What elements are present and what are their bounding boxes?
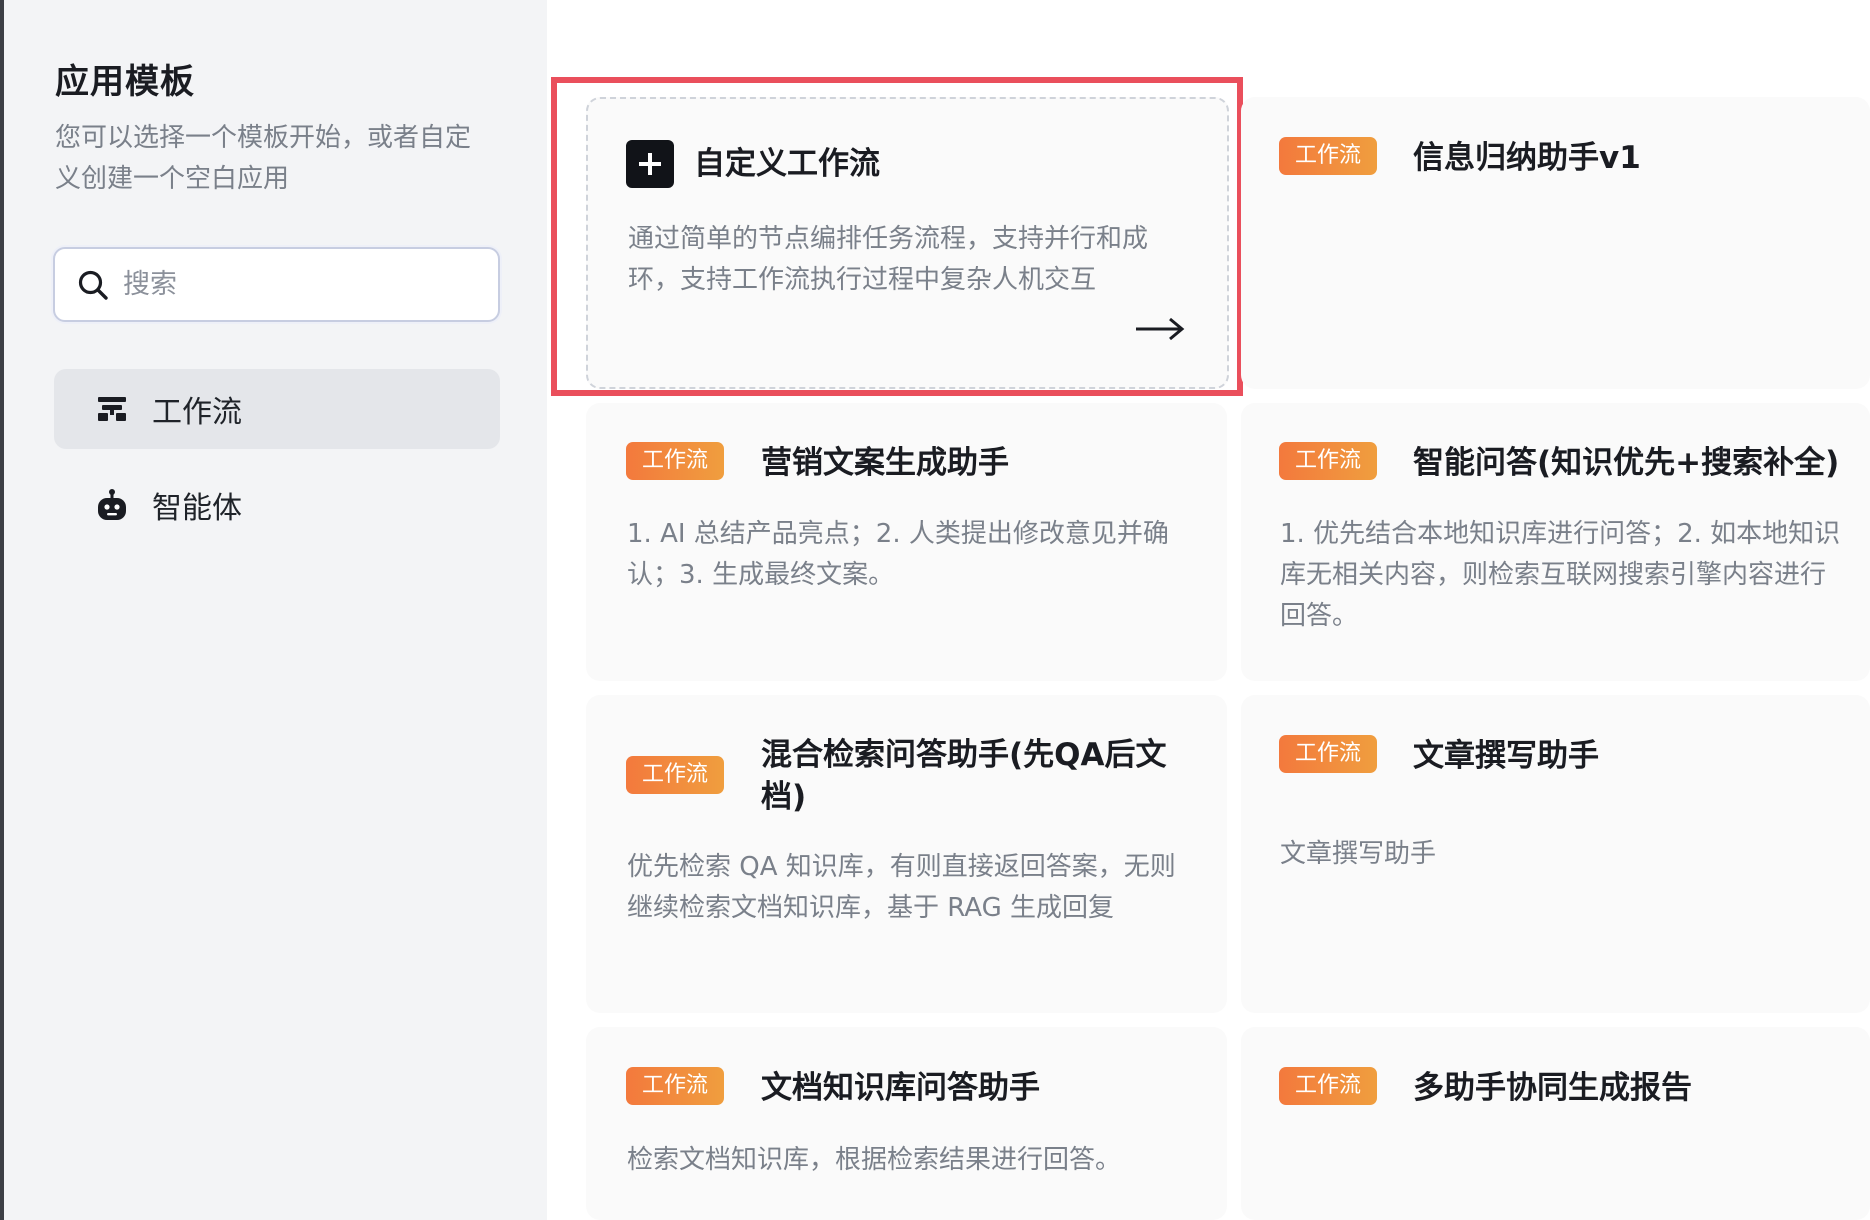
- template-card[interactable]: [586, 1027, 1227, 1220]
- template-title: 多助手协同生成报告: [1413, 1070, 1692, 1106]
- template-description: 检索文档知识库，根据检索结果进行回答。: [627, 1145, 1122, 1175]
- custom-card-title: 自定义工作流: [694, 146, 880, 182]
- template-title: 营销文案生成助手: [761, 445, 1009, 481]
- search-box[interactable]: [53, 247, 500, 322]
- sidebar-item-label: 工作流: [152, 395, 242, 430]
- template-title: 文章撰写助手: [1413, 738, 1599, 774]
- template-card[interactable]: [1241, 1027, 1870, 1220]
- template-description: 1. AI 总结产品亮点；2. 人类提出修改意见并确认；3. 生成最终文案。: [627, 519, 1169, 590]
- sidebar-item-label: 智能体: [152, 491, 242, 526]
- plus-icon: [626, 140, 674, 188]
- sidebar-item-workflow[interactable]: 工作流: [54, 369, 500, 449]
- sidebar-item-agent[interactable]: 智能体: [54, 465, 500, 545]
- workflow-tag: 工作流: [1279, 735, 1378, 773]
- search-icon: [75, 267, 111, 303]
- robot-icon: [94, 487, 130, 523]
- template-description: 1. 优先结合本地知识库进行问答；2. 如本地知识库无相关内容，则检索互联网搜索…: [1280, 519, 1841, 631]
- template-title: 混合检索问答助手(先QA后文档): [761, 737, 1167, 815]
- workflow-icon: [94, 391, 130, 427]
- workflow-tag: 工作流: [626, 756, 725, 794]
- workflow-tag: 工作流: [626, 1067, 725, 1105]
- template-title: 信息归纳助手v1: [1413, 140, 1641, 176]
- sidebar-description: 您可以选择一个模板开始，或者自定义创建一个空白应用: [55, 123, 472, 194]
- template-title: 智能问答(知识优先+搜索补全): [1413, 445, 1840, 481]
- arrow-right-icon[interactable]: [1134, 314, 1186, 344]
- template-title: 文档知识库问答助手: [761, 1070, 1040, 1106]
- search-input[interactable]: [123, 269, 483, 300]
- sidebar-title: 应用模板: [55, 62, 195, 102]
- custom-card-description: 通过简单的节点编排任务流程，支持并行和成环，支持工作流执行过程中复杂人机交互: [628, 224, 1149, 295]
- workflow-tag: 工作流: [1279, 442, 1378, 480]
- template-description: 优先检索 QA 知识库，有则直接返回答案，无则继续检索文档知识库，基于 RAG …: [627, 852, 1176, 923]
- template-description: 文章撰写助手: [1280, 839, 1437, 869]
- workflow-tag: 工作流: [1279, 137, 1378, 175]
- workflow-tag: 工作流: [1279, 1067, 1378, 1105]
- workflow-tag: 工作流: [626, 442, 725, 480]
- sidebar: 应用模板 您可以选择一个模板开始，或者自定义创建一个空白应用 工作流: [4, 0, 547, 1220]
